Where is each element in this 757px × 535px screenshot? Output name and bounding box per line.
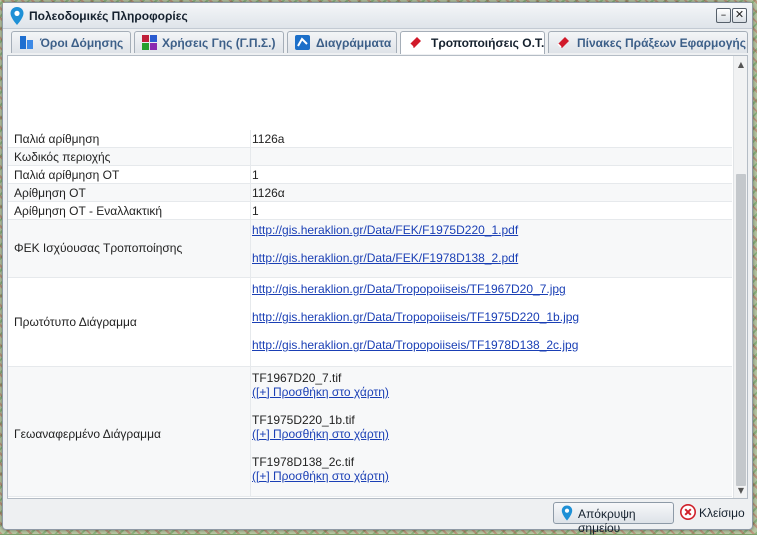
minimize-button[interactable]: –: [716, 8, 731, 23]
hide-point-label: Απόκρυψη σημείου: [578, 507, 636, 535]
tab-land-use[interactable]: Χρήσεις Γης (Γ.Π.Σ.): [134, 31, 284, 53]
dialog-footer: Απόκρυψη σημείου Κλείσιμο: [3, 499, 752, 535]
add-to-map-link[interactable]: ([+] Προσθήκη στο χάρτη): [252, 385, 389, 399]
property-value: 1: [252, 204, 259, 218]
properties-table: Παλιά αρίθμηση 1126a Κωδικός περιοχής Πα…: [8, 130, 732, 497]
location-pin-icon: [561, 505, 573, 521]
tab-label: Διαγράμματα: [316, 36, 392, 50]
property-value: 1: [252, 168, 259, 182]
close-circle-icon: [680, 504, 696, 520]
info-dialog: Πολεοδομικές Πληροφορίες – ✕ Όροι Δόμηση…: [2, 2, 753, 535]
property-key: Πρωτότυπο Διάγραμμα: [14, 315, 137, 329]
fek-link[interactable]: http://gis.heraklion.gr/Data/FEK/F1975D2…: [252, 223, 518, 237]
property-key: Αρίθμηση ΟΤ - Εναλλακτική: [14, 204, 163, 218]
property-row: Παλιά αρίθμηση ΟΤ 1: [8, 166, 732, 184]
close-button[interactable]: Κλείσιμο: [677, 502, 747, 524]
close-window-button[interactable]: ✕: [732, 8, 747, 23]
property-row: ΦΕΚ Ισχύουσας Τροποποίησης http://gis.he…: [8, 220, 732, 278]
diagram-link[interactable]: http://gis.heraklion.gr/Data/Tropopoiise…: [252, 310, 579, 324]
window-title: Πολεοδομικές Πληροφορίες: [29, 9, 188, 23]
diagram-link[interactable]: http://gis.heraklion.gr/Data/Tropopoiise…: [252, 338, 578, 352]
georef-filename: TF1975D220_1b.tif: [252, 413, 355, 427]
red-eraser-icon: [557, 37, 569, 48]
property-key: Παλιά αρίθμηση ΟΤ: [14, 168, 120, 182]
red-eraser-icon: [409, 37, 421, 48]
tab-label: Χρήσεις Γης (Γ.Π.Σ.): [162, 36, 276, 50]
tab-label: Τροποποιήσεις Ο.Τ.: [431, 36, 545, 50]
hide-point-button[interactable]: Απόκρυψη σημείου: [553, 502, 674, 535]
property-row: Κωδικός περιοχής: [8, 148, 732, 166]
colored-grid-icon: [142, 35, 157, 50]
tab-ot-modifications[interactable]: Τροποποιήσεις Ο.Τ.: [400, 31, 545, 54]
property-key: Γεωαναφερμένο Διάγραμμα: [14, 427, 161, 441]
tab-building-terms[interactable]: Όροι Δόμησης: [11, 31, 131, 53]
tab-implementation-tables[interactable]: Πίνακες Πράξεων Εφαρμογής: [548, 31, 748, 53]
blue-diagram-icon: [295, 35, 310, 50]
property-row: Αρίθμηση ΟΤ - Εναλλακτική 1: [8, 202, 732, 220]
add-to-map-link[interactable]: ([+] Προσθήκη στο χάρτη): [252, 469, 389, 483]
location-pin-icon: [10, 7, 24, 25]
properties-panel[interactable]: Παλιά αρίθμηση 1126a Κωδικός περιοχής Πα…: [7, 55, 748, 499]
tab-label: Πίνακες Πράξεων Εφαρμογής: [577, 36, 746, 50]
scrollbar-thumb[interactable]: [736, 174, 746, 486]
close-label: Κλείσιμο: [699, 506, 745, 520]
property-key: Αρίθμηση ΟΤ: [14, 186, 86, 200]
scroll-up-arrow-icon[interactable]: ▲: [734, 58, 747, 72]
property-key: ΦΕΚ Ισχύουσας Τροποποίησης: [14, 241, 183, 255]
property-value: 1126α: [252, 186, 285, 200]
tab-label: Όροι Δόμησης: [40, 36, 124, 50]
fek-link[interactable]: http://gis.heraklion.gr/Data/FEK/F1978D1…: [252, 251, 518, 265]
property-row: Παλιά αρίθμηση 1126a: [8, 130, 732, 148]
georef-filename: TF1967D20_7.tif: [252, 371, 342, 385]
property-value: 1126a: [252, 132, 285, 146]
tab-diagrams[interactable]: Διαγράμματα: [287, 31, 397, 53]
title-bar[interactable]: Πολεοδομικές Πληροφορίες – ✕: [3, 3, 752, 29]
scroll-down-arrow-icon[interactable]: ▼: [734, 484, 747, 498]
property-key: Κωδικός περιοχής: [14, 150, 111, 164]
property-row: Γεωαναφερμένο Διάγραμμα TF1967D20_7.tif …: [8, 367, 732, 497]
property-row: Πρωτότυπο Διάγραμμα http://gis.heraklion…: [8, 278, 732, 367]
blue-building-icon: [20, 36, 33, 49]
diagram-link[interactable]: http://gis.heraklion.gr/Data/Tropopoiise…: [252, 282, 566, 296]
property-row: Αρίθμηση ΟΤ 1126α: [8, 184, 732, 202]
property-key: Παλιά αρίθμηση: [14, 132, 100, 146]
vertical-scrollbar[interactable]: ▲ ▼: [733, 56, 747, 498]
georef-filename: TF1978D138_2c.tif: [252, 455, 355, 469]
add-to-map-link[interactable]: ([+] Προσθήκη στο χάρτη): [252, 427, 389, 441]
tab-bar: Όροι Δόμησης Χρήσεις Γης (Γ.Π.Σ.) Διαγρά…: [3, 31, 752, 55]
